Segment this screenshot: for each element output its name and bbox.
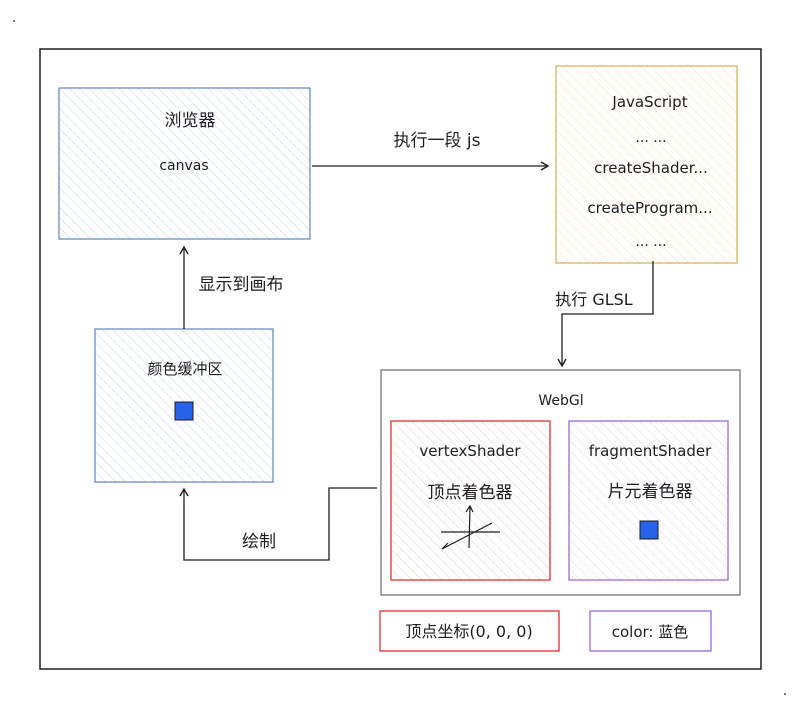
arrow-run-glsl xyxy=(557,261,654,368)
framebuffer-box: 颜色缓冲区 xyxy=(94,328,274,483)
legend-color-label: color: 蓝色 xyxy=(612,623,689,641)
fragment-shader-label: 片元着色器 xyxy=(608,482,693,502)
javascript-title: JavaScript xyxy=(611,93,687,111)
fragment-shader-name: fragmentShader xyxy=(589,442,712,460)
arrow-run-js-label: 执行一段 js xyxy=(394,131,481,151)
arrow-draw xyxy=(179,487,377,561)
legend-vertex-coord: 顶点坐标(0, 0, 0) xyxy=(379,610,560,652)
arrow-draw-label: 绘制 xyxy=(242,532,276,552)
fragment-shader-box: fragmentShader 片元着色器 xyxy=(568,420,729,581)
arrow-run-glsl-label: 执行 GLSL xyxy=(555,290,633,309)
blue-fragment-square xyxy=(639,520,659,540)
vertex-shader-box: vertexShader 顶点着色器 xyxy=(390,420,551,581)
diagram-canvas: 浏览器 canvas JavaScript ... ... createShad… xyxy=(13,20,786,695)
browser-subtitle: canvas xyxy=(159,158,208,174)
legend-vertex-coord-label: 顶点坐标(0, 0, 0) xyxy=(405,622,532,641)
browser-box: 浏览器 canvas xyxy=(58,87,311,240)
javascript-line: createShader... xyxy=(594,159,708,177)
legend-color: color: 蓝色 xyxy=(589,610,712,652)
browser-title: 浏览器 xyxy=(165,111,216,131)
javascript-box: JavaScript ... ... createShader... creat… xyxy=(555,65,738,264)
javascript-line: ... ... xyxy=(635,234,666,250)
blue-pixel-square xyxy=(174,401,194,421)
vertex-shader-name: vertexShader xyxy=(419,442,521,460)
framebuffer-title: 颜色缓冲区 xyxy=(147,360,222,378)
webgl-title: WebGl xyxy=(538,393,583,409)
corner-dot xyxy=(784,693,786,695)
vertex-shader-label: 顶点着色器 xyxy=(428,483,513,503)
javascript-line: createProgram... xyxy=(587,199,712,217)
corner-dot xyxy=(13,20,15,22)
javascript-line: ... ... xyxy=(635,130,666,146)
arrow-display-label: 显示到画布 xyxy=(199,275,284,295)
webgl-box: WebGl vertexShader 顶点着色器 fragmentShader … xyxy=(380,369,741,596)
